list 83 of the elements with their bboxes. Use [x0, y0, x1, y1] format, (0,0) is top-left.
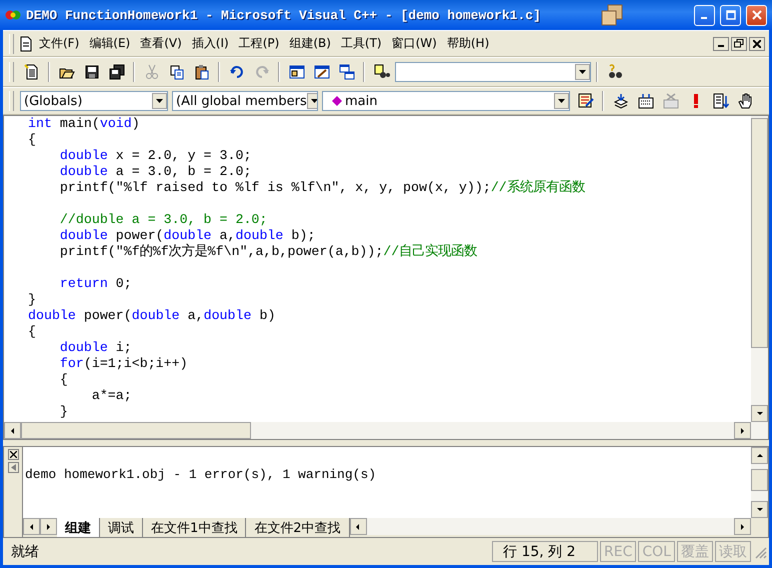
arrow-icon — [738, 426, 746, 434]
close-icon — [10, 451, 16, 458]
build-output: demo homework1.obj - 1 error(s), 1 warning(s) — [24, 466, 378, 484]
scroll-down-button[interactable] — [751, 501, 768, 518]
arrow-icon — [28, 522, 36, 530]
resize-grip-icon[interactable] — [753, 544, 767, 558]
status-panel: REC — [600, 541, 636, 562]
arrow-icon — [10, 464, 16, 471]
code-line: double a = 3.0, b = 2.0; — [58, 164, 252, 180]
dropdown-icon[interactable] — [152, 93, 167, 109]
arrow-icon — [44, 522, 52, 530]
maximize-button[interactable] — [720, 4, 741, 26]
minimize-icon — [700, 17, 706, 19]
code-line: for(i=1;i<b;i++) — [58, 356, 189, 372]
code-line: printf("%lf raised to %lf is %lf\n", x, y, pow(x, y));//系统原有函数 — [58, 180, 586, 196]
arrow-icon — [738, 522, 746, 530]
restore-windows-icon — [600, 3, 624, 27]
code-line: a*=a; — [90, 388, 133, 404]
code-line: { — [28, 324, 37, 340]
combo-value: (Globals) — [24, 94, 82, 108]
code-line: printf("%f的%f次方是%f\n",a,b,power(a,b));//自己实现函数 — [58, 244, 478, 260]
combo-value: main — [345, 94, 378, 108]
tab-scroll-right-button[interactable] — [40, 518, 57, 535]
menu-item[interactable]: 工程(P) — [234, 33, 284, 54]
scroll-right-button[interactable] — [734, 518, 751, 535]
scope-combo[interactable]: main — [322, 91, 570, 111]
close-button[interactable] — [749, 36, 765, 50]
scope-combo[interactable]: (All global members — [172, 91, 318, 111]
status-panel: 读取 — [715, 541, 751, 562]
status-panel: COL — [638, 541, 675, 562]
scroll-left-button[interactable] — [4, 422, 21, 439]
menu-item[interactable]: 组建(B) — [284, 33, 336, 54]
arrow-icon — [8, 426, 16, 434]
minimize-icon — [718, 45, 724, 47]
close-button[interactable] — [8, 449, 18, 460]
menu-item[interactable]: 插入(I) — [186, 33, 234, 54]
arrow-icon — [756, 410, 764, 418]
close-icon — [752, 10, 762, 20]
arrow-icon — [756, 506, 764, 514]
document-icon[interactable] — [18, 36, 34, 52]
function-icon — [332, 96, 342, 106]
code-line: return 0; — [58, 276, 133, 292]
menu-item[interactable]: 窗口(W) — [386, 33, 442, 54]
restore-button[interactable] — [731, 36, 747, 50]
scroll-thumb[interactable] — [751, 469, 768, 491]
code-line: double power(double a,double b); — [58, 228, 316, 244]
status-message: 就绪 — [11, 542, 40, 560]
status-panel: 覆盖 — [677, 541, 713, 562]
scope-combo[interactable]: (Globals) — [20, 91, 168, 111]
code-line: } — [58, 404, 69, 420]
scroll-thumb[interactable] — [21, 422, 251, 439]
minimize-button[interactable] — [713, 36, 729, 50]
code-line: double x = 2.0, y = 3.0; — [58, 148, 252, 164]
status-panel: 行 15, 列 2 — [492, 541, 598, 562]
scroll-thumb[interactable] — [751, 118, 768, 348]
restore-icon — [734, 39, 744, 48]
maximize-icon — [726, 10, 736, 20]
scroll-right-button[interactable] — [734, 422, 751, 439]
tab-scroll-left-button[interactable] — [23, 518, 40, 535]
menu-item[interactable]: 编辑(E) — [84, 33, 136, 54]
code-line: double power(double a,double b) — [28, 308, 276, 324]
combo-value: (All global members — [176, 94, 307, 108]
scroll-down-button[interactable] — [751, 405, 768, 422]
code-line: { — [58, 372, 69, 388]
code-line: //double a = 3.0, b = 2.0; — [58, 212, 268, 228]
output-tab[interactable]: 组建 — [57, 518, 100, 537]
app-icon — [5, 9, 21, 21]
scroll-left-button[interactable] — [350, 518, 367, 535]
dropdown-icon[interactable] — [554, 93, 569, 109]
menu-item[interactable]: 文件(F) — [34, 33, 84, 54]
dropdown-icon[interactable] — [575, 64, 590, 80]
scroll-up-button[interactable] — [751, 447, 768, 464]
menu-item[interactable]: 工具(T) — [336, 33, 387, 54]
close-icon — [753, 40, 761, 48]
menu-item[interactable]: 帮助(H) — [442, 33, 494, 54]
menu-item[interactable]: 查看(V) — [135, 33, 187, 54]
code-line: int main(void) — [28, 116, 141, 132]
code-line: } — [28, 292, 37, 308]
dropdown-icon[interactable] — [306, 93, 317, 109]
window-title: DEMO FunctionHomework1 - Microsoft Visual C++ - [demo homework1.c] — [26, 8, 541, 22]
code-line: double i; — [58, 340, 133, 356]
arrow-icon — [756, 452, 764, 460]
code-line: { — [28, 132, 37, 148]
